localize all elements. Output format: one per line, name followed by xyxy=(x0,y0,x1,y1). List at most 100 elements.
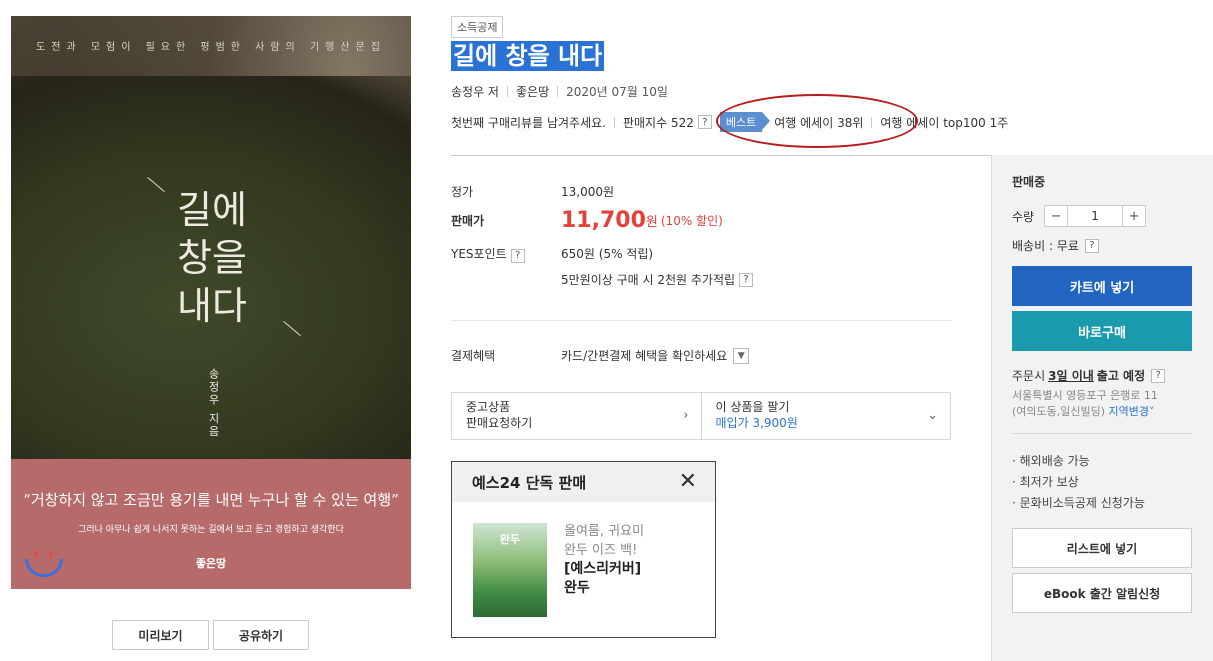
exclusive-thumbnail[interactable]: 완두 xyxy=(473,523,547,617)
question-icon[interactable]: ? xyxy=(510,248,525,263)
buyback-price: 매입가 3,900원 xyxy=(715,416,798,430)
bonus-points-row: 5만원이상 구매 시 2천원 추가적립 ? xyxy=(561,271,754,288)
delivery-address: 서울특별시 영등포구 은행로 11 (여의도동,일신빌딩) 지역변경˅ xyxy=(1012,388,1158,420)
feature-item: · 해외배송 가능 xyxy=(1012,454,1090,468)
cover-author: 송정우 지음 xyxy=(207,368,220,439)
add-to-cart-button[interactable]: 카트에 넣기 xyxy=(1012,266,1192,306)
buy-now-button[interactable]: 바로구매 xyxy=(1012,311,1192,351)
exclusive-header: 예스24 단독 판매 ✕ xyxy=(452,462,715,502)
exclusive-text[interactable]: 올여름, 귀요미 완두 이즈 백! [예스리커버] 완두 xyxy=(564,522,644,598)
chevron-down-icon: ˅ xyxy=(1149,405,1155,418)
question-icon[interactable]: ? xyxy=(1084,238,1099,253)
chevron-down-icon: ⌄ xyxy=(927,408,938,423)
shipping-fee: 배송비 : 무료 xyxy=(1012,239,1079,253)
change-region-link[interactable]: 지역변경˅ xyxy=(1109,405,1155,418)
points-value: 650원 (5% 적립) xyxy=(561,247,654,262)
publish-date: 2020년 07월 10일 xyxy=(566,85,668,99)
close-icon[interactable]: ✕ xyxy=(679,471,697,493)
quantity-row: 수량 − 1 + xyxy=(1012,205,1147,227)
chevron-right-icon: › xyxy=(683,408,689,423)
divider xyxy=(451,155,991,156)
cover-quote: “거창하지 않고 조금만 용기를 내면 누구나 할 수 있는 여행” xyxy=(23,491,399,509)
author-link[interactable]: 송정우 저 xyxy=(451,83,499,100)
feature-list: · 해외배송 가능 · 최저가 보상 · 문화비소득공제 신청가능 xyxy=(1012,451,1145,514)
book-cover[interactable]: 도전과 모험이 필요한 평범한 사람의 기행산문집 길에 창을 내다 송정우 지… xyxy=(11,16,411,589)
sale-price-label: 판매가 xyxy=(451,214,485,228)
list-price-label: 정가 xyxy=(451,185,474,199)
cover-tagline: 도전과 모험이 필요한 평범한 사람의 기행산문집 xyxy=(36,42,386,53)
sale-price-value: 11,700 xyxy=(561,208,646,233)
tax-deduction-badge: 소득공제 xyxy=(451,16,504,38)
preview-button[interactable]: 미리보기 xyxy=(112,620,209,650)
quantity-stepper: − 1 + xyxy=(1044,205,1147,227)
shipping-row: 배송비 : 무료 ? xyxy=(1012,237,1099,254)
divider xyxy=(506,86,508,97)
cover-subtext: 그러나 아무나 쉽게 나서지 못하는 길에서 보고 듣고 경험하고 생각한다 xyxy=(78,525,344,535)
payment-benefit-row: 결제혜택 카드/간편결제 혜택을 확인하세요 ▼ xyxy=(451,347,750,364)
bonus-points-text: 5만원이상 구매 시 2천원 추가적립 xyxy=(561,273,736,287)
used-sell-title: 중고상품 xyxy=(466,400,511,414)
sale-price-unit: 원 xyxy=(645,215,658,230)
delivery-estimate: 주문시 3일 이내 출고 예정 ? xyxy=(1012,367,1166,384)
chevron-down-icon[interactable]: ▼ xyxy=(733,347,750,364)
cover-publisher-logo: 좋은땅 xyxy=(195,557,227,570)
sale-status: 판매중 xyxy=(1012,175,1046,189)
sell-this-item[interactable]: 이 상품을 팔기 매입가 3,900원 ⌄ xyxy=(700,393,951,439)
exclusive-line: 완두 이즈 백! xyxy=(564,543,638,558)
question-icon[interactable]: ? xyxy=(697,115,712,129)
divider xyxy=(613,116,615,128)
divider xyxy=(557,86,559,97)
cover-title: 길에 창을 내다 xyxy=(177,186,247,330)
publisher-link[interactable]: 좋은땅 xyxy=(516,83,549,100)
sales-index: 판매지수 522 xyxy=(622,115,694,130)
thumbnail-title: 완두 xyxy=(499,533,521,546)
purchase-panel: 판매중 수량 − 1 + 배송비 : 무료 ? 카트에 넣기 바로구매 주문시 … xyxy=(991,155,1213,661)
used-sell-request[interactable]: 중고상품 판매요청하기 › xyxy=(452,393,701,439)
add-to-wishlist-button[interactable]: 리스트에 넣기 xyxy=(1012,528,1192,568)
order-suffix: 출고 예정 xyxy=(1096,369,1146,383)
quantity-input[interactable]: 1 xyxy=(1067,206,1124,226)
discount-rate: (10% 할인) xyxy=(660,214,723,228)
address-line: 서울특별시 영등포구 은행로 11 xyxy=(1012,389,1158,402)
sale-price-row: 판매가 11,700 원 (10% 할인) xyxy=(451,208,723,233)
product-meta: 송정우 저 좋은땅 2020년 07월 10일 xyxy=(451,83,668,100)
annotation-ellipse xyxy=(716,94,918,148)
cover-title-line: 창을 xyxy=(177,236,247,280)
cover-title-line: 길에 xyxy=(177,188,247,232)
feature-item: · 최저가 보상 xyxy=(1012,475,1079,489)
share-button[interactable]: 공유하기 xyxy=(213,620,309,650)
list-price-value: 13,000원 xyxy=(561,185,615,199)
order-days: 3일 이내 xyxy=(1048,369,1094,383)
plus-icon[interactable]: + xyxy=(1123,206,1145,226)
exclusive-box: 예스24 단독 판매 ✕ 완두 올여름, 귀요미 완두 이즈 백! [예스리커버… xyxy=(451,461,716,638)
divider xyxy=(1012,433,1192,434)
feature-item: · 문화비소득공제 신청가능 xyxy=(1012,496,1145,510)
exclusive-line: 완두 xyxy=(564,580,590,596)
points-label: YES포인트 xyxy=(451,247,507,261)
cover-band: “거창하지 않고 조금만 용기를 내면 누구나 할 수 있는 여행” 그러나 아… xyxy=(11,459,411,589)
points-row: YES포인트? 650원 (5% 적립) xyxy=(451,245,653,263)
list-price-row: 정가 13,000원 xyxy=(451,183,614,200)
exclusive-title: 예스24 단독 판매 xyxy=(472,473,587,492)
ebook-alert-button[interactable]: eBook 출간 알림신청 xyxy=(1012,573,1192,613)
sell-item-title: 이 상품을 팔기 xyxy=(715,400,790,414)
change-region-label: 지역변경 xyxy=(1108,405,1150,418)
used-sell-subtitle: 판매요청하기 xyxy=(466,416,533,430)
minus-icon[interactable]: − xyxy=(1045,206,1067,226)
question-icon[interactable]: ? xyxy=(1151,368,1166,383)
address-line: (여의도동,일신빌딩) xyxy=(1012,405,1106,418)
order-prefix: 주문시 xyxy=(1012,369,1046,383)
exclusive-line: 올여름, 귀요미 xyxy=(564,524,645,539)
review-prompt-link[interactable]: 첫번째 구매리뷰를 남겨주세요. xyxy=(451,114,606,131)
cover-title-line: 내다 xyxy=(177,284,247,328)
exclusive-line: [예스리커버] xyxy=(564,561,642,577)
quantity-label: 수량 xyxy=(1012,209,1035,224)
points-label-wrap: YES포인트? xyxy=(451,245,561,263)
smile-logo-icon xyxy=(25,551,65,579)
payment-benefit-text[interactable]: 카드/간편결제 혜택을 확인하세요 xyxy=(561,347,727,364)
product-title: 길에 창을 내다 xyxy=(451,41,605,71)
used-book-box: 중고상품 판매요청하기 › 이 상품을 팔기 매입가 3,900원 ⌄ xyxy=(451,392,951,440)
payment-benefit-label: 결제혜택 xyxy=(451,349,496,363)
divider xyxy=(451,320,951,321)
question-icon[interactable]: ? xyxy=(739,272,754,287)
